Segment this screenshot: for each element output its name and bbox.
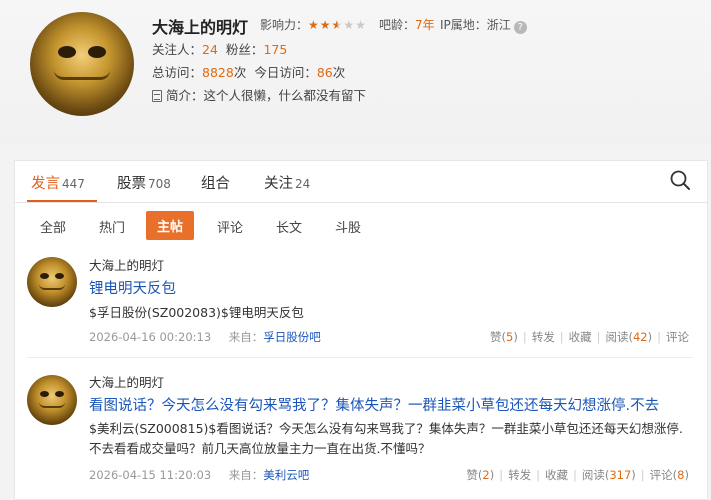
post-source[interactable]: 美利云吧 xyxy=(263,468,309,482)
post-time: 2026-04-15 11:20:03 xyxy=(89,468,212,482)
bio: 简介：这个人很懒，什么都没有留下 xyxy=(152,85,366,104)
like-button[interactable]: 赞(5) xyxy=(490,330,518,344)
tab-stocks[interactable]: 股票 708 xyxy=(117,172,171,193)
influence-stars: ★★★★★ xyxy=(308,18,367,32)
subtab-stock-battle[interactable]: 斗股 xyxy=(335,215,361,238)
post-title[interactable]: 锂电明天反包 xyxy=(89,277,176,298)
comment-button[interactable]: 评论 xyxy=(666,330,689,344)
content-panel: 发言447 股票708 组合 关注24 全部 热门 主帖 评论 长文 斗股 xyxy=(14,160,708,500)
ip-location: IP属地：浙江? xyxy=(440,16,527,34)
post-time: 2026-04-16 00:20:13 xyxy=(89,330,212,344)
profile-header: 大海上的明灯 影响力：★★★★★ 吧龄：7年 IP属地：浙江? 关注人：24 粉丝… xyxy=(0,0,711,145)
tab-following[interactable]: 关注 24 xyxy=(264,172,310,193)
post-author[interactable]: 大海上的明灯 xyxy=(89,372,164,391)
avatar-eye xyxy=(58,46,76,58)
subtab-main-posts[interactable]: 主帖 xyxy=(146,211,195,240)
sub-tabs: 全部 热门 主帖 评论 长文 斗股 xyxy=(15,211,707,241)
post-body: $美利云(SZ000815)$看图说话？今天怎么没有勾来骂我了？集体失声？一群韭… xyxy=(89,421,683,456)
subtab-hot[interactable]: 热门 xyxy=(99,215,125,238)
post-title[interactable]: 看图说话？今天怎么没有勾来骂我了？集体失声？一群韭菜小草包还还每天幻想涨停.不去 xyxy=(89,394,659,415)
influence: 影响力：★★★★★ xyxy=(260,18,367,32)
post-source[interactable]: 孚日股份吧 xyxy=(263,330,321,344)
visit-stats: 总访问：8828次 今日访问：86次 xyxy=(152,65,346,80)
post-actions: 赞(5) | 转发 | 收藏 | 阅读(42) | 评论 xyxy=(490,330,689,344)
main-tabs: 发言 447 股票 708 组合 关注 24 xyxy=(15,161,707,203)
bar-age: 吧龄：7年 xyxy=(379,18,435,32)
favorite-button[interactable]: 收藏 xyxy=(569,330,592,344)
tab-portfolio[interactable]: 组合 xyxy=(201,172,230,193)
avatar[interactable] xyxy=(27,257,77,307)
read-count: 阅读(317) xyxy=(581,468,636,482)
avatar-eye xyxy=(88,46,106,58)
tab-posts[interactable]: 发言 447 xyxy=(31,172,85,193)
search-icon[interactable] xyxy=(669,169,691,191)
read-count: 阅读(42) xyxy=(605,330,653,344)
favorite-button[interactable]: 收藏 xyxy=(545,468,568,482)
subtab-all[interactable]: 全部 xyxy=(40,215,66,238)
help-icon[interactable]: ? xyxy=(513,21,527,34)
divider xyxy=(27,357,693,358)
post-body: $孚日股份(SZ002083)$锂电明天反包 xyxy=(89,305,304,320)
active-tab-indicator xyxy=(27,200,97,202)
comment-button[interactable]: 评论(8) xyxy=(650,468,689,482)
repost-button[interactable]: 转发 xyxy=(508,468,531,482)
post-author[interactable]: 大海上的明灯 xyxy=(89,255,164,274)
follow-stats: 关注人：24 粉丝：175 xyxy=(152,42,288,57)
like-button[interactable]: 赞(2) xyxy=(466,468,494,482)
post-actions: 赞(2) | 转发 | 收藏 | 阅读(317) | 评论(8) xyxy=(466,468,689,482)
subtab-long-articles[interactable]: 长文 xyxy=(276,215,302,238)
document-icon xyxy=(152,90,162,102)
repost-button[interactable]: 转发 xyxy=(532,330,555,344)
avatar-mouth xyxy=(54,70,110,80)
profile-name[interactable]: 大海上的明灯 xyxy=(152,14,248,38)
avatar[interactable] xyxy=(27,375,77,425)
subtab-comments[interactable]: 评论 xyxy=(217,215,243,238)
avatar[interactable] xyxy=(30,12,134,116)
